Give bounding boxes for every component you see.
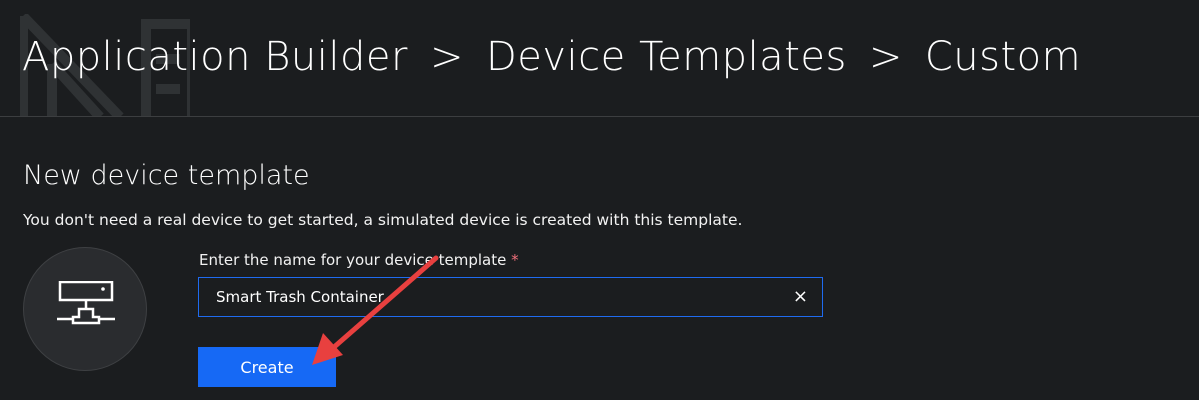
breadcrumb-separator: > <box>868 34 903 80</box>
breadcrumb-separator: > <box>429 34 464 80</box>
template-name-input[interactable]: Smart Trash Container × <box>198 277 823 317</box>
breadcrumb-item-application-builder[interactable]: Application Builder <box>22 34 408 80</box>
page-title: New device template <box>23 160 310 191</box>
template-name-value[interactable]: Smart Trash Container <box>216 288 384 306</box>
network-device-icon <box>57 281 115 325</box>
page-description: You don't need a real device to get star… <box>23 211 743 229</box>
header-divider <box>0 116 1199 117</box>
required-marker: * <box>511 251 519 269</box>
breadcrumb-item-custom: Custom <box>924 34 1082 80</box>
breadcrumb-item-device-templates[interactable]: Device Templates <box>486 34 847 80</box>
breadcrumb: Application Builder > Device Templates > Cus… <box>22 34 1081 80</box>
clear-icon[interactable]: × <box>793 286 808 307</box>
label-text: Enter the name for your device template <box>199 251 507 269</box>
device-icon-circle <box>23 247 147 371</box>
create-button[interactable]: Create <box>198 347 336 387</box>
template-name-label: Enter the name for your device template … <box>199 251 519 269</box>
